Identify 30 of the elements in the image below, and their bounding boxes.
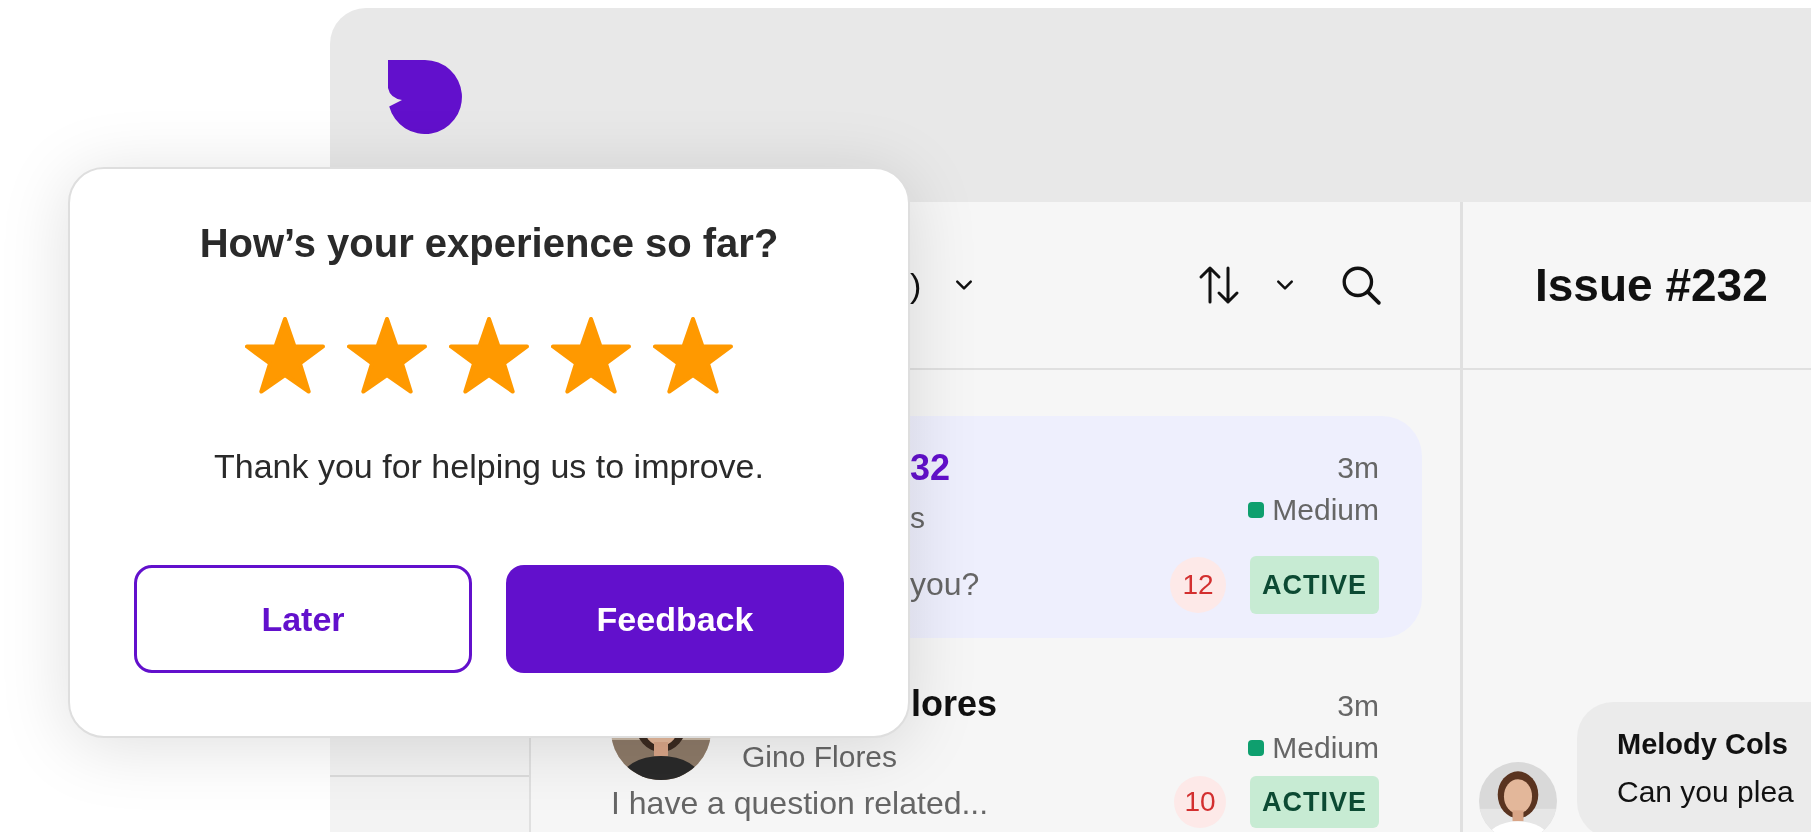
logo-icon xyxy=(388,60,462,134)
message-preview: you? xyxy=(910,566,980,603)
star-icon[interactable] xyxy=(551,316,631,394)
message-preview: I have a question related... xyxy=(611,784,989,822)
star-icon[interactable] xyxy=(245,316,325,394)
ticket-title: lores xyxy=(911,684,998,724)
star-rating[interactable] xyxy=(245,316,733,394)
feedback-button[interactable]: Feedback xyxy=(506,565,844,673)
search-icon[interactable] xyxy=(1340,264,1382,306)
status-tag: ACTIVE xyxy=(1250,776,1379,828)
priority-label: Medium xyxy=(1272,730,1379,766)
later-button[interactable]: Later xyxy=(134,565,472,673)
message-text: Can you plea xyxy=(1617,774,1795,810)
timestamp: 3m xyxy=(1337,688,1379,724)
star-icon[interactable] xyxy=(653,316,733,394)
customer-name: Gino Flores xyxy=(742,740,898,774)
star-icon[interactable] xyxy=(347,316,427,394)
unread-count: 12 xyxy=(1170,557,1226,613)
sort-icon[interactable] xyxy=(1198,264,1240,306)
priority-label: Medium xyxy=(1272,492,1379,528)
customer-name: s xyxy=(910,500,925,536)
filter-label: ) xyxy=(910,265,922,305)
timestamp: 3m xyxy=(1337,450,1379,486)
message-author: Melody Cols xyxy=(1617,727,1789,762)
ticket-title: 32 xyxy=(910,446,951,490)
issue-title: Issue #232 xyxy=(1535,258,1768,312)
unread-count: 10 xyxy=(1174,776,1226,828)
star-icon[interactable] xyxy=(449,316,529,394)
survey-title: How’s your experience so far? xyxy=(199,221,779,266)
status-tag: ACTIVE xyxy=(1250,556,1379,614)
